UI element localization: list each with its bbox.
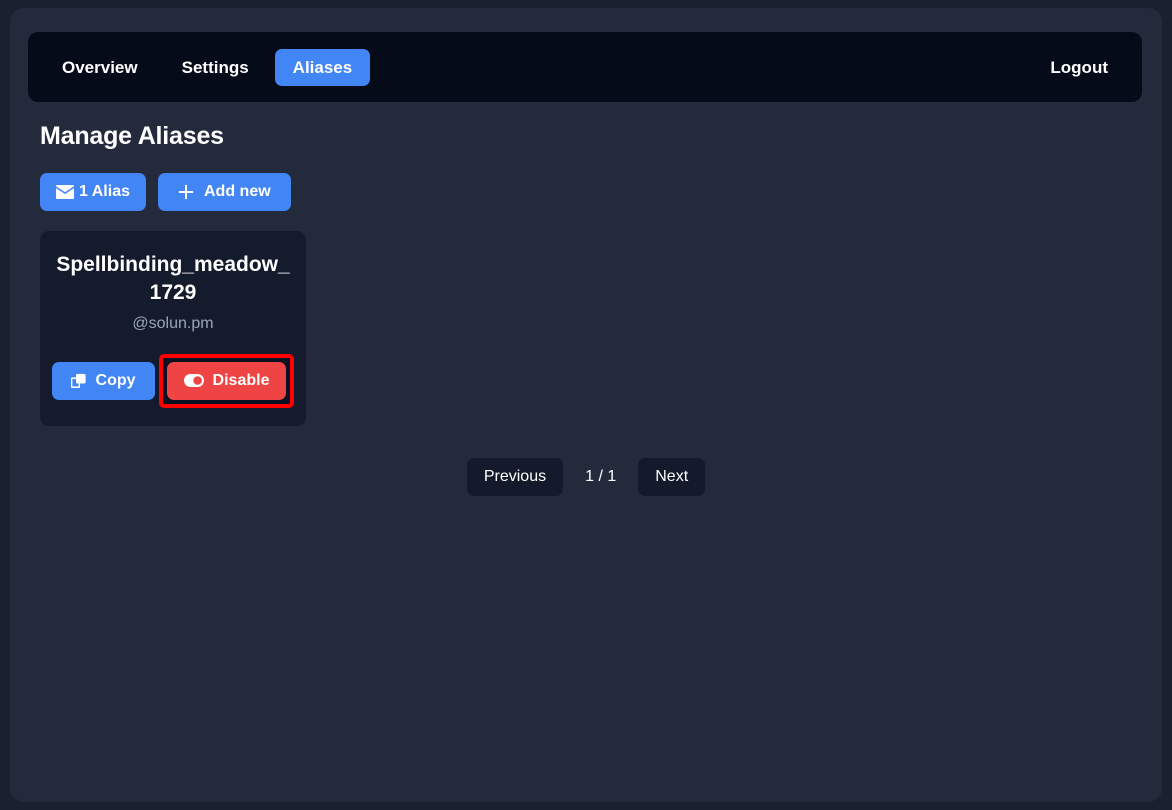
envelope-icon xyxy=(56,185,74,199)
alias-count-label: 1 Alias xyxy=(79,183,130,200)
alias-count-button[interactable]: 1 Alias xyxy=(40,173,146,211)
main-content: Manage Aliases 1 Alias Add new Spellbind… xyxy=(28,116,1144,790)
disable-button[interactable]: Disable xyxy=(166,361,287,400)
copy-label: Copy xyxy=(95,371,136,389)
copy-icon xyxy=(70,373,87,389)
alias-domain: @solun.pm xyxy=(132,315,214,333)
nav-item-overview[interactable]: Overview xyxy=(44,49,156,86)
alias-name: Spellbinding_meadow_1729 xyxy=(56,253,290,304)
toggle-on-icon xyxy=(183,374,204,388)
disable-label: Disable xyxy=(212,371,270,389)
next-page-label: Next xyxy=(655,467,689,485)
page-container: Overview Settings Aliases Logout Manage … xyxy=(10,8,1162,802)
nav-item-settings[interactable]: Settings xyxy=(164,49,267,86)
logout-button[interactable]: Logout xyxy=(1034,49,1124,86)
nav-links-group: Overview Settings Aliases xyxy=(44,48,371,86)
previous-page-label: Previous xyxy=(483,467,547,485)
add-new-label: Add new xyxy=(204,183,271,200)
app-root: Overview Settings Aliases Logout Manage … xyxy=(0,0,1172,810)
page-title: Manage Aliases xyxy=(40,122,224,150)
add-new-button[interactable]: Add new xyxy=(158,173,291,211)
top-navigation-bar: Overview Settings Aliases Logout xyxy=(28,32,1142,102)
disable-button-highlight: Disable xyxy=(158,353,295,408)
nav-item-overview-label: Overview xyxy=(62,57,138,77)
alias-cards-area: Spellbinding_meadow_1729 @solun.pm Copy xyxy=(40,231,1144,426)
pagination: Previous 1 / 1 Next xyxy=(28,457,1144,496)
copy-button[interactable]: Copy xyxy=(51,361,155,400)
next-page-button[interactable]: Next xyxy=(638,457,706,496)
alias-card-actions: Copy Disable xyxy=(51,353,295,408)
nav-item-aliases-label: Aliases xyxy=(292,57,353,77)
previous-page-button[interactable]: Previous xyxy=(466,457,564,496)
actions-toolbar: 1 Alias Add new xyxy=(40,173,1144,211)
page-indicator: 1 / 1 xyxy=(585,467,617,485)
nav-item-aliases[interactable]: Aliases xyxy=(274,48,371,86)
nav-item-settings-label: Settings xyxy=(181,57,249,77)
alias-card: Spellbinding_meadow_1729 @solun.pm Copy xyxy=(40,231,306,426)
logout-label: Logout xyxy=(1050,57,1108,77)
plus-icon xyxy=(178,184,194,200)
